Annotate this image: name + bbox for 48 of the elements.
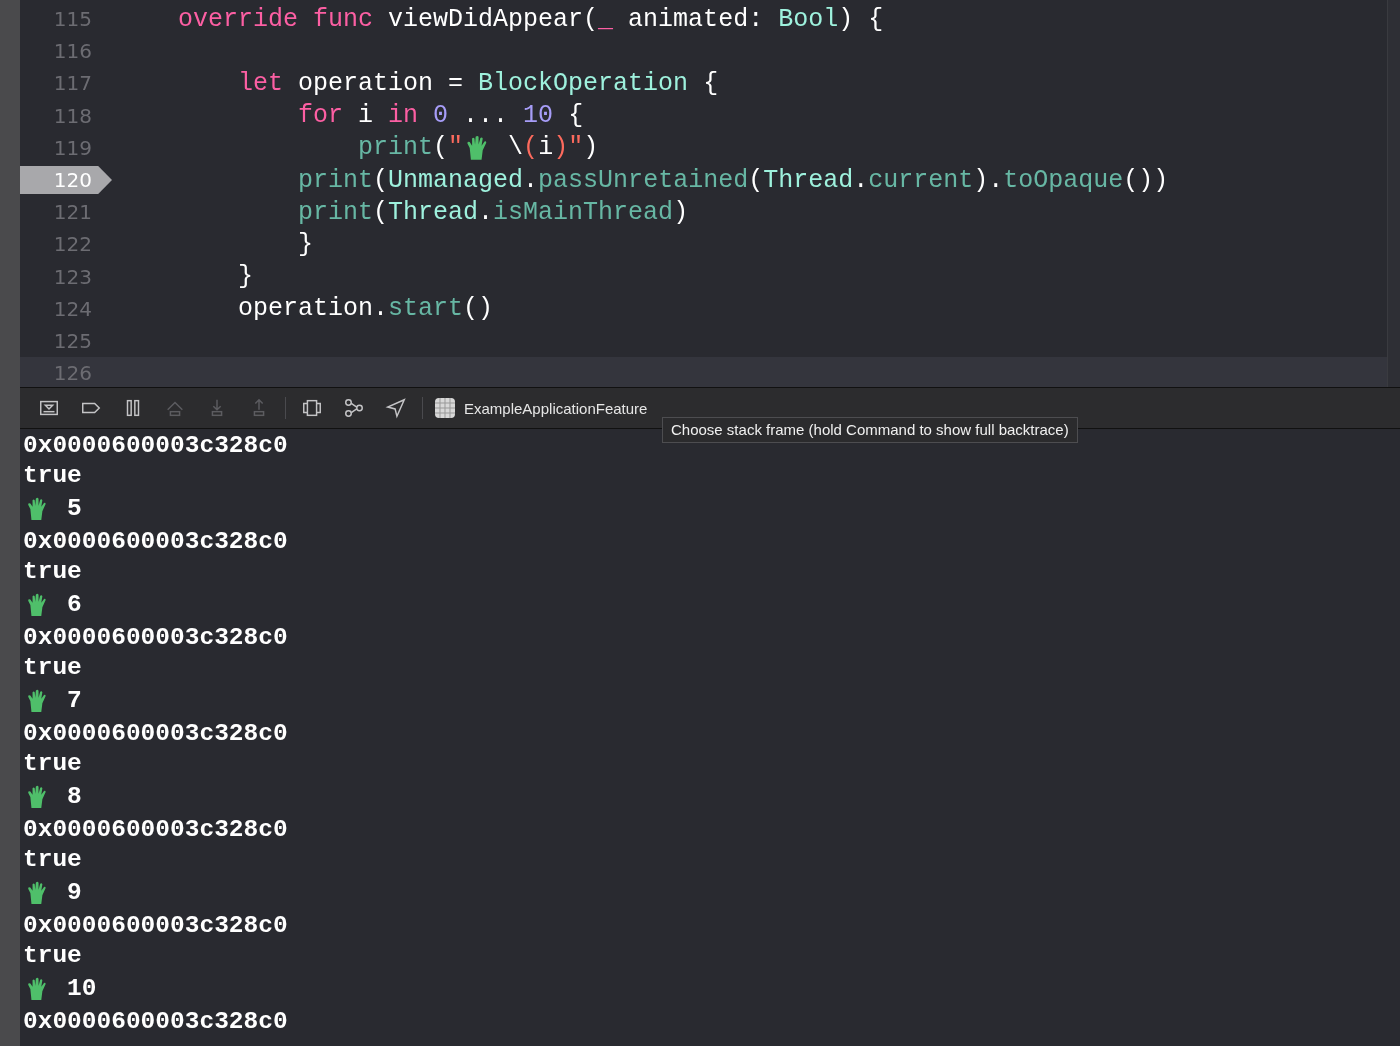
line-number: 123: [52, 263, 93, 291]
code-text: \(i)"): [507, 133, 599, 163]
code-text: operation.start(): [237, 294, 494, 324]
console-output: 9: [67, 878, 82, 908]
code-text: print(": [357, 133, 464, 163]
console-output: 8: [67, 782, 82, 812]
line-number: 118: [52, 102, 93, 130]
graph-icon: [343, 397, 365, 419]
view-hierarchy-icon: [301, 397, 323, 419]
line-number: 126: [52, 360, 93, 387]
line-number: 116: [52, 38, 93, 66]
console-output: true: [23, 557, 82, 587]
line-number: 120: [20, 166, 112, 195]
line-number: 121: [52, 199, 93, 227]
tooltip: Choose stack frame (hold Command to show full backtrace): [662, 417, 1078, 443]
console-output: 10: [67, 974, 97, 1004]
console-output: 0x0000600003c328c0: [23, 911, 288, 941]
console-output: true: [23, 749, 82, 779]
line-number: 124: [52, 295, 93, 323]
console-output: 7: [67, 686, 82, 716]
code-text: }: [297, 229, 314, 259]
console-output: 0x0000600003c328c0: [23, 719, 288, 749]
console-output: 0x0000600003c328c0: [23, 431, 288, 461]
console-output: 0x0000600003c328c0: [23, 1007, 288, 1037]
console-output: 0x0000600003c328c0: [23, 623, 288, 653]
code-text: let operation = BlockOperation {: [237, 68, 719, 98]
console-output: 6: [67, 590, 82, 620]
line-number: 119: [52, 134, 93, 162]
location-arrow-icon: [385, 397, 407, 419]
code-text: }: [237, 262, 254, 292]
scrollbar[interactable]: [1387, 0, 1400, 387]
console-output: true: [23, 941, 82, 971]
code-text: print(Thread.isMainThread): [297, 197, 689, 227]
line-number: 115: [52, 6, 93, 34]
console-output: 0x0000600003c328c0: [23, 527, 288, 557]
console-output: true: [23, 845, 82, 875]
line-number: 125: [52, 327, 93, 355]
code-text: for i in 0 ... 10 {: [297, 101, 584, 131]
line-number: 122: [52, 231, 93, 259]
console-output: 0x0000600003c328c0: [23, 815, 288, 845]
target-label[interactable]: ExampleApplicationFeature: [464, 399, 648, 417]
code-text: override func viewDidAppear(_ animated: Bool) {: [177, 4, 884, 34]
app-grid-icon: [434, 397, 456, 419]
code-text: print(Unmanaged.passUnretained(Thread.current).toOpaque()): [297, 165, 1169, 195]
console-output: 5: [67, 494, 82, 524]
console-output: true: [23, 653, 82, 683]
console-output: true: [23, 461, 82, 491]
line-number: 117: [52, 70, 93, 98]
